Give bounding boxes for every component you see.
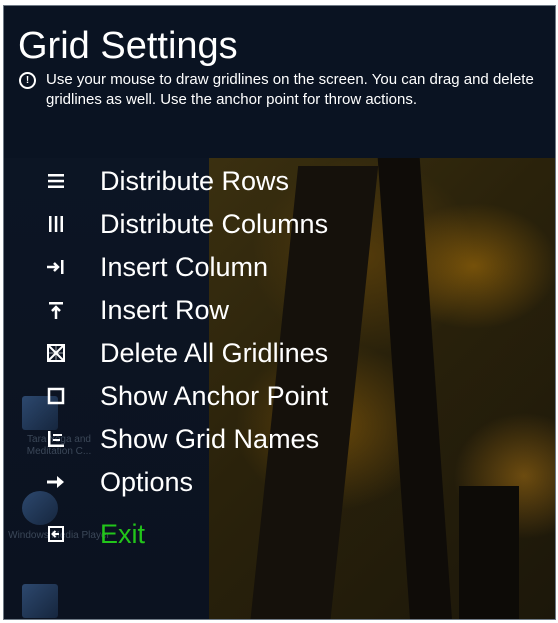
panel-description: Use your mouse to draw gridlines on the … — [46, 71, 534, 108]
menu-item-label: Distribute Rows — [100, 165, 290, 196]
info-icon: ! — [19, 72, 36, 89]
app-window: Tara Yoga and Meditation C... Windows Me… — [3, 5, 556, 620]
wallpaper-tree-trunk — [459, 486, 519, 619]
delete-gridlines-icon — [44, 341, 68, 365]
insert-row-icon — [44, 298, 68, 322]
distribute-rows-icon — [44, 169, 68, 193]
menu-item-insert-column[interactable]: Insert Column — [44, 247, 268, 287]
panel-title: Grid Settings — [18, 25, 238, 67]
menu-item-label: Exit — [100, 518, 146, 549]
menu-item-distribute-rows[interactable]: Distribute Rows — [44, 161, 289, 201]
menu-item-distribute-columns[interactable]: Distribute Columns — [44, 204, 328, 244]
grid-names-icon — [44, 427, 68, 451]
distribute-columns-icon — [44, 212, 68, 236]
menu-item-label: Insert Column — [100, 251, 269, 282]
menu-item-insert-row[interactable]: Insert Row — [44, 290, 229, 330]
menu-item-delete-all-gridlines[interactable]: Delete All Gridlines — [44, 333, 328, 373]
menu-item-label: Delete All Gridlines — [100, 337, 329, 368]
menu-item-label: Distribute Columns — [100, 208, 329, 239]
menu-item-exit[interactable]: Exit — [44, 514, 145, 554]
desktop-shortcut-icon[interactable] — [22, 584, 58, 618]
menu-item-label: Show Grid Names — [100, 423, 320, 454]
arrow-right-icon — [44, 470, 68, 494]
menu-item-label: Show Anchor Point — [100, 380, 329, 411]
insert-column-icon — [44, 255, 68, 279]
menu-item-options[interactable]: Options — [44, 462, 193, 502]
anchor-point-icon — [44, 384, 68, 408]
menu-item-show-grid-names[interactable]: Show Grid Names — [44, 419, 319, 459]
menu-item-label: Insert Row — [100, 294, 230, 325]
exit-icon — [44, 522, 68, 546]
grid-settings-panel: Grid Settings ! Use your mouse to draw g… — [4, 6, 555, 158]
menu-item-show-anchor-point[interactable]: Show Anchor Point — [44, 376, 328, 416]
menu-item-label: Options — [100, 466, 194, 497]
